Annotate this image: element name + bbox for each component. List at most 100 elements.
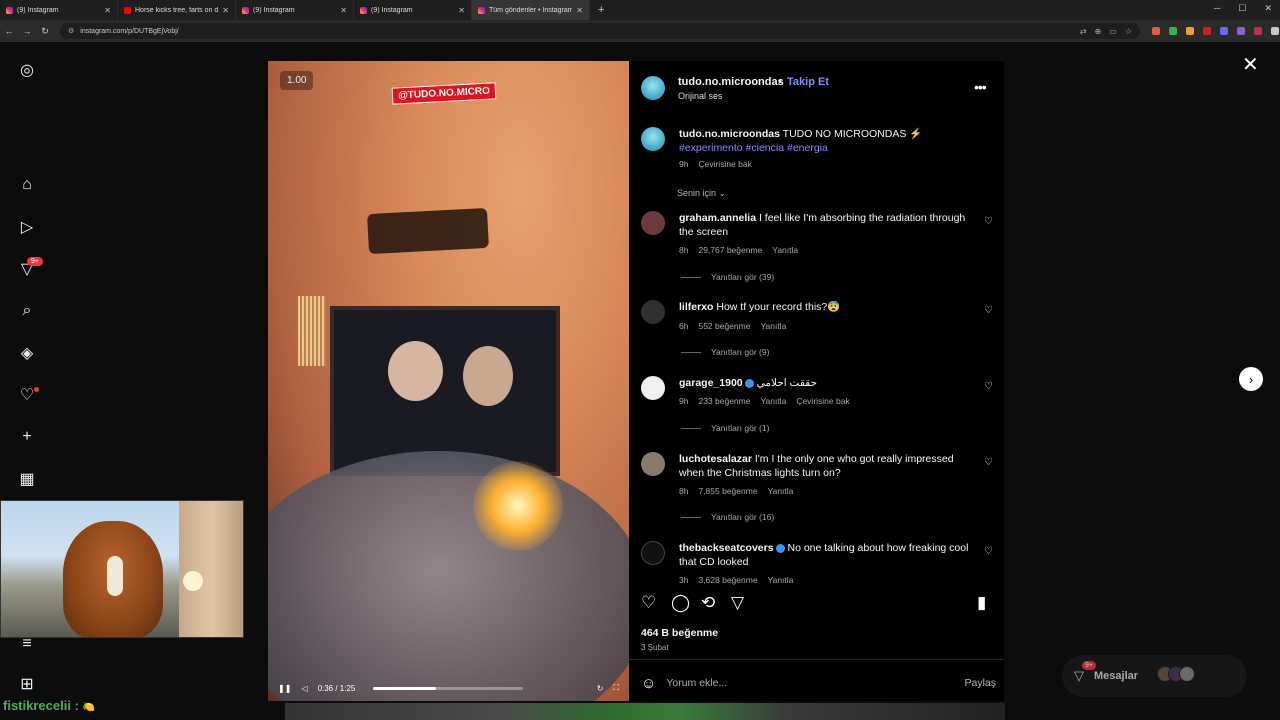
fullscreen-icon[interactable]: ⛶ [613,683,619,693]
view-replies-text[interactable]: Yanıtları gör (1) [711,423,769,433]
close-tab-icon[interactable]: ✕ [340,6,347,15]
minimize-icon[interactable]: ─ [1214,3,1220,14]
view-replies-text[interactable]: Yanıtları gör (39) [711,272,774,282]
create-icon[interactable]: + [17,427,37,447]
comment-likes[interactable]: 233 beğenme [698,396,750,406]
comment-like-icon[interactable]: ♡ [984,546,993,557]
comment-input[interactable] [666,677,927,689]
commenter-avatar[interactable] [641,452,665,476]
extension-icon[interactable] [1254,27,1262,35]
reply-link[interactable]: Yanıtla [768,575,794,585]
comment-likes[interactable]: 7,855 beğenme [698,486,757,496]
view-replies-link[interactable]: Yanıtları gör (9) [681,347,769,357]
playback-speed[interactable]: 1.00 [280,71,314,90]
explore-icon[interactable]: ◈ [17,343,37,363]
volume-icon[interactable]: ◁ [301,684,307,693]
follow-button[interactable]: Takip Et [787,76,829,88]
comment-like-icon[interactable]: ♡ [984,381,993,392]
commenter-avatar[interactable] [641,541,665,565]
share-icon[interactable]: ▽ [731,593,744,613]
next-post-button[interactable]: › [1239,367,1263,391]
close-tab-icon[interactable]: ✕ [576,6,583,15]
author-avatar[interactable] [641,76,665,100]
extension-icon[interactable] [1169,27,1177,35]
site-info-icon[interactable]: ⚙ [68,27,74,35]
back-icon[interactable]: ← [0,26,18,36]
comment-username[interactable]: thebackseatcovers [679,542,774,554]
extension-icon[interactable] [1237,27,1245,35]
translate-icon[interactable]: ⇄ [1080,27,1087,36]
commenter-avatar[interactable] [641,211,665,235]
comment-likes[interactable]: 29,767 beğenme [698,245,762,255]
view-replies-link[interactable]: Yanıtları gör (16) [681,512,774,522]
close-modal-icon[interactable]: ✕ [1242,52,1259,77]
more-options-icon[interactable]: ••• [974,79,987,95]
bookmark-star-icon[interactable]: ☆ [1125,27,1132,36]
browser-tab-3[interactable]: (9) Instagram ✕ [236,0,354,20]
comment-username[interactable]: graham.annelia [679,212,756,224]
new-tab-button[interactable]: + [590,4,612,16]
caption-translate-link[interactable]: Çevirisine bak [698,159,751,169]
comment-username[interactable]: garage_1900 [679,377,743,389]
view-replies-text[interactable]: Yanıtları gör (9) [711,347,769,357]
extension-icon[interactable] [1220,27,1228,35]
comment-like-icon[interactable]: ♡ [984,305,993,316]
search-icon[interactable]: ⌕ [17,301,37,321]
video-player[interactable]: 1.00 @TUDO.NO.MICRO ❚❚ ◁ 0:36 / 1:25 ↻ ⛶ [268,61,629,701]
browser-tab-4[interactable]: (9) Instagram ✕ [354,0,472,20]
replay-icon[interactable]: ↻ [597,684,604,693]
view-replies-text[interactable]: Yanıtları gör (16) [711,512,774,522]
close-tab-icon[interactable]: ✕ [458,6,465,15]
dashboard-icon[interactable]: ▦ [17,469,37,489]
reply-link[interactable]: Yanıtla [768,486,794,496]
repost-icon[interactable]: ⟲ [701,593,715,613]
comment-like-icon[interactable]: ♡ [984,457,993,468]
save-bookmark-icon[interactable]: ▮ [977,593,986,613]
browser-tab-5[interactable]: Tüm gönderiler • Instagram ✕ [472,0,590,20]
commenter-avatar[interactable] [641,376,665,400]
maximize-icon[interactable]: ☐ [1238,3,1246,14]
extension-icon[interactable] [1203,27,1211,35]
caption-avatar[interactable] [641,127,665,151]
comment-icon[interactable]: ◯ [671,593,690,613]
comment-sort-dropdown[interactable]: Senin için ⌄ [677,188,726,199]
browser-tab-1[interactable]: (9) Instagram ✕ [0,0,118,20]
apps-icon[interactable]: ⊞ [17,674,37,694]
like-count[interactable]: 464 B beğenme [641,627,718,639]
zoom-icon[interactable]: ⊕ [1095,27,1102,36]
comment-translate-link[interactable]: Çevirisine bak [796,396,849,406]
author-username[interactable]: tudo.no.microondas [678,76,784,88]
comment-likes[interactable]: 552 beğenme [698,321,750,331]
url-field[interactable]: ⚙ instagram.com/p/DUTBgEjVobj/ ⇄ ⊕ ▭ ☆ [60,23,1140,39]
audio-label[interactable]: Orijinal ses [678,91,723,101]
messages-dock[interactable]: ▽ 9+ Mesajlar [1062,655,1247,697]
caption-hashtags[interactable]: #experimento #ciencia #energia [679,142,828,154]
reply-link[interactable]: Yanıtla [772,245,798,255]
pause-icon[interactable]: ❚❚ [278,684,291,693]
post-comment-button[interactable]: Paylaş [964,677,996,689]
extension-icon[interactable] [1271,27,1279,35]
view-replies-link[interactable]: Yanıtları gör (1) [681,423,769,433]
comment-username[interactable]: luchotesalazar [679,453,752,465]
comment-username[interactable]: lilferxo [679,301,713,313]
reply-link[interactable]: Yanıtla [760,396,786,406]
caption-username[interactable]: tudo.no.microondas [679,128,780,140]
like-icon[interactable]: ♡ [641,593,656,613]
instagram-logo-icon[interactable]: ◎ [17,60,37,80]
extension-icon[interactable] [1152,27,1160,35]
reels-icon[interactable]: ▷ [17,217,37,237]
emoji-icon[interactable]: ☺ [641,675,656,692]
extension-icon[interactable] [1186,27,1194,35]
browser-tab-2[interactable]: Horse kicks tree, farts on dog ✕ [118,0,236,20]
close-tab-icon[interactable]: ✕ [104,6,111,15]
commenter-avatar[interactable] [641,300,665,324]
comment-likes[interactable]: 3,628 beğenme [698,575,757,585]
view-replies-link[interactable]: Yanıtları gör (39) [681,272,774,282]
comment-like-icon[interactable]: ♡ [984,216,993,227]
video-progress-bar[interactable] [373,686,524,690]
reload-icon[interactable]: ↻ [36,26,54,37]
forward-icon[interactable]: → [18,26,36,36]
close-tab-icon[interactable]: ✕ [222,6,229,15]
cast-icon[interactable]: ▭ [1109,27,1117,36]
reply-link[interactable]: Yanıtla [760,321,786,331]
